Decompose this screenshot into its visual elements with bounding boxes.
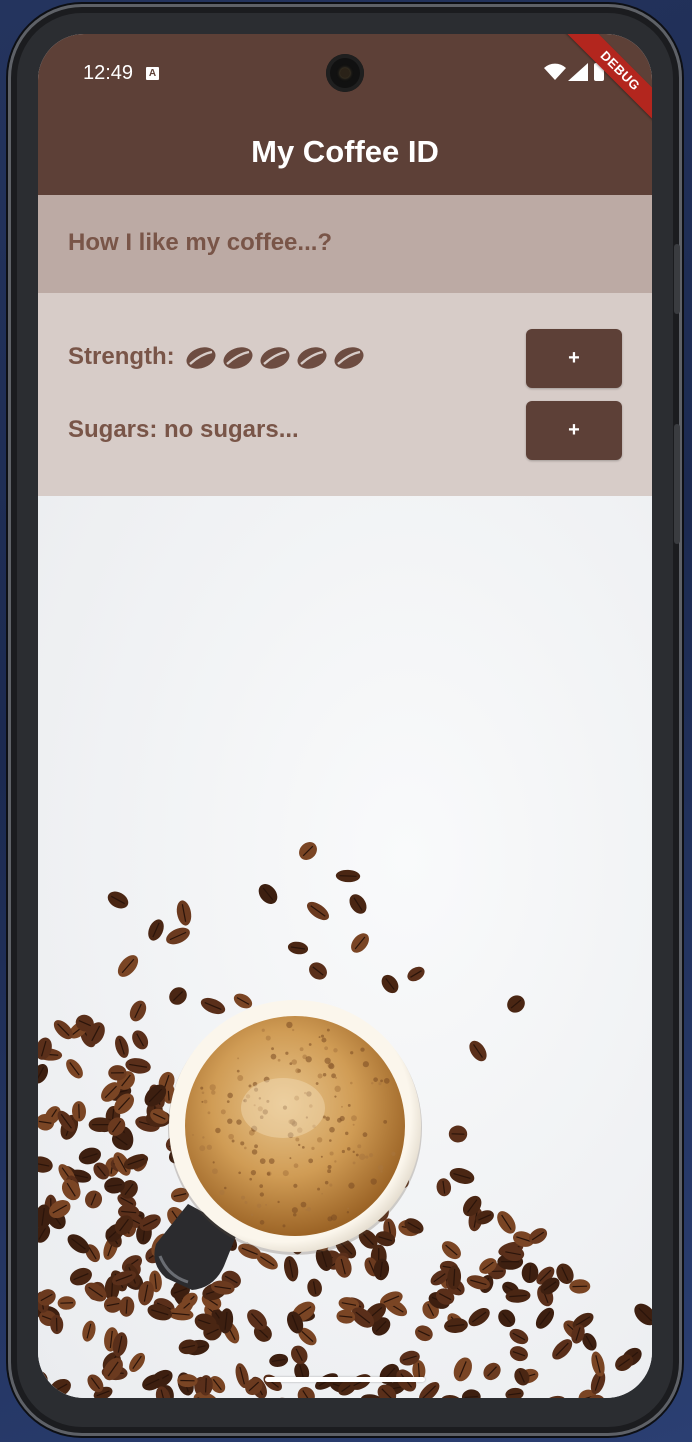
coffee-bean-icon <box>186 347 216 370</box>
sugars-row: Sugars: no sugars... <box>68 416 299 444</box>
power-button <box>674 244 680 314</box>
app-screen: 12:49 A DEBUG My Coffee ID How I like my… <box>38 34 652 1398</box>
volume-button <box>674 424 680 544</box>
question-bar: How I like my coffee...? <box>38 195 652 293</box>
strength-row: Strength: <box>68 343 370 372</box>
coffee-bean-icon <box>260 347 290 370</box>
signal-icon <box>568 63 588 81</box>
sugars-plus-button[interactable]: + <box>526 401 622 460</box>
notification-icon: A <box>146 67 159 80</box>
coffee-bean-icon <box>334 347 364 370</box>
wifi-icon <box>544 63 566 80</box>
question-text: How I like my coffee...? <box>68 229 333 256</box>
coffee-bean-icon <box>297 347 327 370</box>
app-bar: 12:49 A DEBUG My Coffee ID <box>38 34 652 195</box>
coffee-cup-with-beans-image <box>38 496 652 1398</box>
coffee-bean-icon <box>223 347 253 370</box>
strength-beans <box>185 344 370 372</box>
strength-plus-button[interactable]: + <box>526 329 622 388</box>
page-title: My Coffee ID <box>251 134 439 169</box>
status-bar: 12:49 A <box>38 34 652 114</box>
camera-cutout <box>326 54 364 92</box>
strength-label: Strength: <box>68 343 175 370</box>
sugars-label: Sugars: no sugars... <box>68 416 299 443</box>
home-indicator <box>265 1377 425 1382</box>
status-time: 12:49 <box>83 62 134 84</box>
preferences-panel: Strength: + Sugars: no sugars... + <box>38 293 652 496</box>
